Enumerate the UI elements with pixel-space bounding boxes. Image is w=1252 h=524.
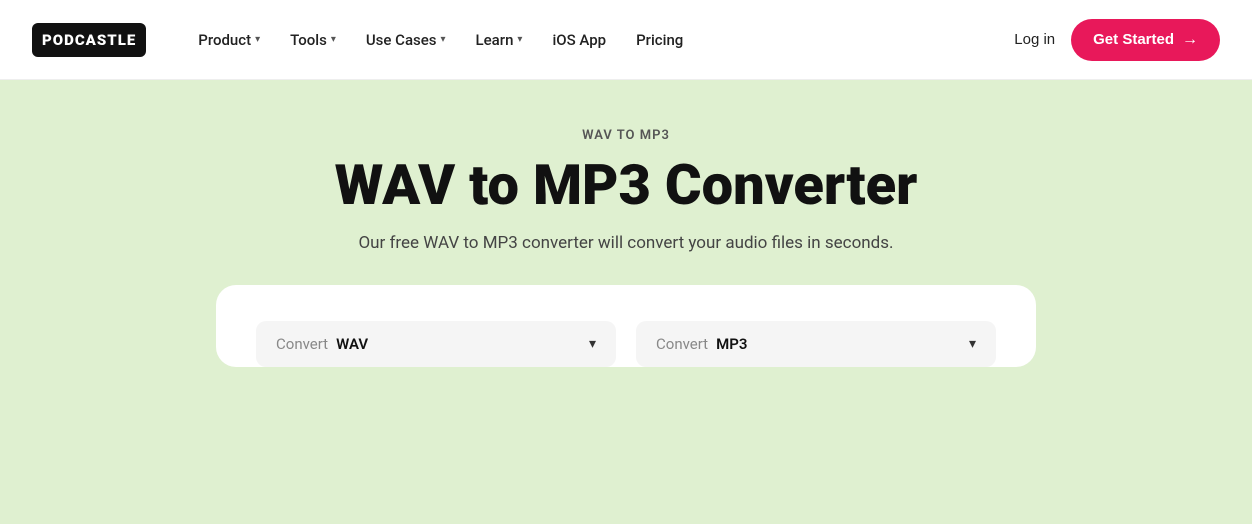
- chevron-down-icon: ▾: [441, 34, 446, 45]
- header-actions: Log in Get Started →: [1014, 19, 1220, 61]
- nav-item-tools[interactable]: Tools ▾: [278, 23, 348, 57]
- chevron-down-icon: ▾: [589, 336, 596, 352]
- main-description: Our free WAV to MP3 converter will conve…: [358, 233, 893, 253]
- nav: Product ▾ Tools ▾ Use Cases ▾ Learn ▾ iO…: [186, 23, 1014, 57]
- to-prefix: Convert: [656, 335, 708, 353]
- from-label-group: Convert WAV: [276, 335, 368, 353]
- chevron-down-icon: ▾: [331, 34, 336, 45]
- to-format-dropdown[interactable]: Convert MP3 ▾: [636, 321, 996, 367]
- arrow-right-icon: →: [1182, 31, 1198, 49]
- dropdowns-row: Convert WAV ▾ Convert MP3 ▾: [256, 321, 996, 367]
- logo[interactable]: PODCASTLE: [32, 23, 146, 57]
- from-format-dropdown[interactable]: Convert WAV ▾: [256, 321, 616, 367]
- chevron-down-icon: ▾: [969, 336, 976, 352]
- chevron-down-icon: ▾: [517, 34, 522, 45]
- subtitle-label: WAV TO MP3: [582, 128, 670, 143]
- from-value: WAV: [336, 335, 368, 353]
- to-label-group: Convert MP3: [656, 335, 747, 353]
- to-value: MP3: [716, 335, 747, 353]
- login-button[interactable]: Log in: [1014, 31, 1055, 48]
- main-title: WAV to MP3 Converter: [335, 155, 918, 217]
- nav-item-product[interactable]: Product ▾: [186, 23, 272, 57]
- main-content: WAV TO MP3 WAV to MP3 Converter Our free…: [0, 80, 1252, 367]
- nav-item-use-cases[interactable]: Use Cases ▾: [354, 23, 458, 57]
- header: PODCASTLE Product ▾ Tools ▾ Use Cases ▾ …: [0, 0, 1252, 80]
- chevron-down-icon: ▾: [255, 34, 260, 45]
- nav-item-ios-app[interactable]: iOS App: [540, 23, 618, 57]
- nav-item-pricing[interactable]: Pricing: [624, 23, 695, 57]
- get-started-button[interactable]: Get Started →: [1071, 19, 1220, 61]
- from-prefix: Convert: [276, 335, 328, 353]
- nav-item-learn[interactable]: Learn ▾: [464, 23, 535, 57]
- converter-card: Convert WAV ▾ Convert MP3 ▾: [216, 285, 1036, 367]
- logo-text: PODCASTLE: [32, 23, 146, 57]
